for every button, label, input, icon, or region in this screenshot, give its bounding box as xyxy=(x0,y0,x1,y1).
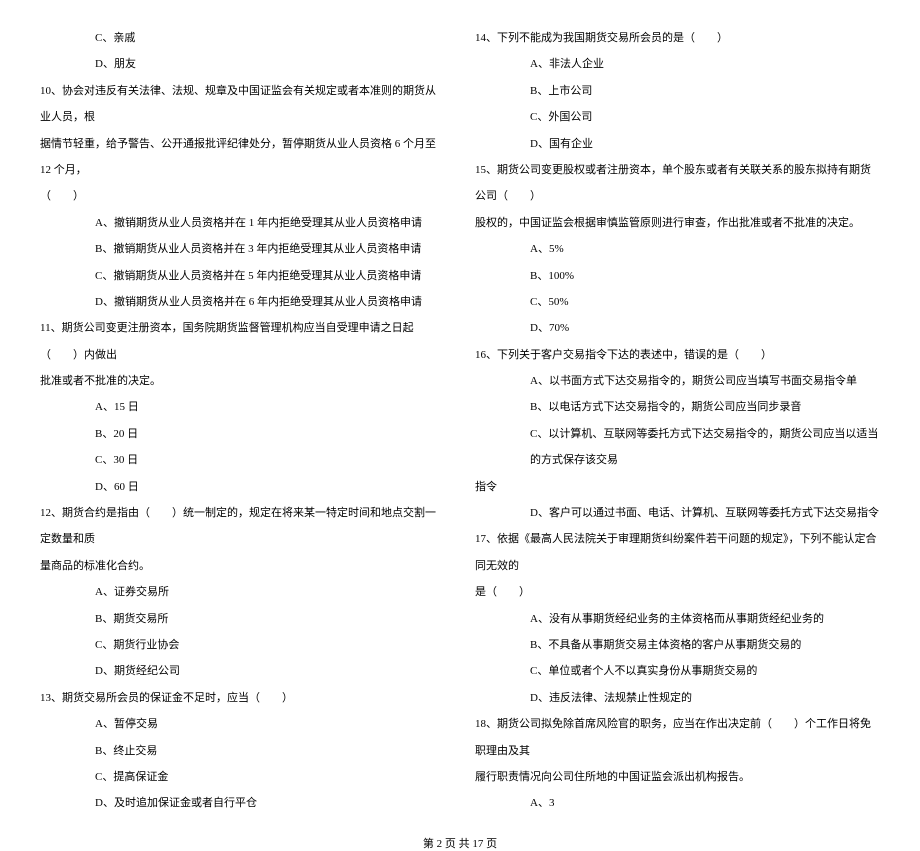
q16-option-c-cont: 指令 xyxy=(475,474,880,500)
q15-stem-cont: 股权的，中国证监会根据审慎监管原则进行审查，作出批准或者不批准的决定。 xyxy=(475,210,880,236)
q18-option-a: A、3 xyxy=(475,790,880,816)
q10-option-d: D、撤销期货从业人员资格并在 6 年内拒绝受理其从业人员资格申请 xyxy=(40,289,445,315)
left-column: C、亲戚 D、朋友 10、协会对违反有关法律、法规、规章及中国证监会有关规定或者… xyxy=(40,25,445,817)
q12-stem: 12、期货合约是指由（ ）统一制定的，规定在将来某一特定时间和地点交割一定数量和… xyxy=(40,500,445,553)
q16-stem: 16、下列关于客户交易指令下达的表述中，错误的是（ ） xyxy=(475,342,880,368)
q16-option-b: B、以电话方式下达交易指令的，期货公司应当同步录音 xyxy=(475,394,880,420)
q11-stem: 11、期货公司变更注册资本，国务院期货监督管理机构应当自受理申请之日起（ ）内做… xyxy=(40,315,445,368)
q11-option-b: B、20 日 xyxy=(40,421,445,447)
q11-option-a: A、15 日 xyxy=(40,394,445,420)
q14-option-b: B、上市公司 xyxy=(475,78,880,104)
q14-option-a: A、非法人企业 xyxy=(475,51,880,77)
q14-option-c: C、外国公司 xyxy=(475,104,880,130)
q18-stem: 18、期货公司拟免除首席风险官的职务，应当在作出决定前（ ）个工作日将免职理由及… xyxy=(475,711,880,764)
q10-option-c: C、撤销期货从业人员资格并在 5 年内拒绝受理其从业人员资格申请 xyxy=(40,263,445,289)
q9-option-c: C、亲戚 xyxy=(40,25,445,51)
q10-stem: 10、协会对违反有关法律、法规、规章及中国证监会有关规定或者本准则的期货从业人员… xyxy=(40,78,445,131)
q14-stem: 14、下列不能成为我国期货交易所会员的是（ ） xyxy=(475,25,880,51)
q11-option-d: D、60 日 xyxy=(40,474,445,500)
q14-option-d: D、国有企业 xyxy=(475,131,880,157)
q15-option-b: B、100% xyxy=(475,263,880,289)
q17-option-c: C、单位或者个人不以真实身份从事期货交易的 xyxy=(475,658,880,684)
q13-option-d: D、及时追加保证金或者自行平仓 xyxy=(40,790,445,816)
q16-option-d: D、客户可以通过书面、电话、计算机、互联网等委托方式下达交易指令 xyxy=(475,500,880,526)
q10-option-a: A、撤销期货从业人员资格并在 1 年内拒绝受理其从业人员资格申请 xyxy=(40,210,445,236)
right-column: 14、下列不能成为我国期货交易所会员的是（ ） A、非法人企业 B、上市公司 C… xyxy=(475,25,880,817)
q15-stem: 15、期货公司变更股权或者注册资本，单个股东或者有关联关系的股东拟持有期货公司（… xyxy=(475,157,880,210)
q18-stem-cont: 履行职责情况向公司住所地的中国证监会派出机构报告。 xyxy=(475,764,880,790)
q12-option-c: C、期货行业协会 xyxy=(40,632,445,658)
q13-stem: 13、期货交易所会员的保证金不足时，应当（ ） xyxy=(40,685,445,711)
q15-option-c: C、50% xyxy=(475,289,880,315)
q12-option-b: B、期货交易所 xyxy=(40,606,445,632)
q13-option-c: C、提高保证金 xyxy=(40,764,445,790)
q17-option-a: A、没有从事期货经纪业务的主体资格而从事期货经纪业务的 xyxy=(475,606,880,632)
q10-option-b: B、撤销期货从业人员资格并在 3 年内拒绝受理其从业人员资格申请 xyxy=(40,236,445,262)
q12-option-a: A、证券交易所 xyxy=(40,579,445,605)
q12-option-d: D、期货经纪公司 xyxy=(40,658,445,684)
q17-stem-cont: 是（ ） xyxy=(475,579,880,605)
q17-option-b: B、不具备从事期货交易主体资格的客户从事期货交易的 xyxy=(475,632,880,658)
q11-stem-cont: 批准或者不批准的决定。 xyxy=(40,368,445,394)
q15-option-a: A、5% xyxy=(475,236,880,262)
q15-option-d: D、70% xyxy=(475,315,880,341)
q13-option-b: B、终止交易 xyxy=(40,738,445,764)
q9-option-d: D、朋友 xyxy=(40,51,445,77)
q13-option-a: A、暂停交易 xyxy=(40,711,445,737)
q17-option-d: D、违反法律、法规禁止性规定的 xyxy=(475,685,880,711)
q10-stem-cont: 据情节轻重，给予警告、公开通报批评纪律处分，暂停期货从业人员资格 6 个月至 1… xyxy=(40,131,445,184)
q10-stem-blank: （ ） xyxy=(40,183,445,209)
page-footer: 第 2 页 共 17 页 xyxy=(0,827,920,851)
q17-stem: 17、依据《最高人民法院关于审理期货纠纷案件若干问题的规定》，下列不能认定合同无… xyxy=(475,526,880,579)
q12-stem-cont: 量商品的标准化合约。 xyxy=(40,553,445,579)
q16-option-c: C、以计算机、互联网等委托方式下达交易指令的，期货公司应当以适当的方式保存该交易 xyxy=(475,421,880,474)
q11-option-c: C、30 日 xyxy=(40,447,445,473)
q16-option-a: A、以书面方式下达交易指令的，期货公司应当填写书面交易指令单 xyxy=(475,368,880,394)
